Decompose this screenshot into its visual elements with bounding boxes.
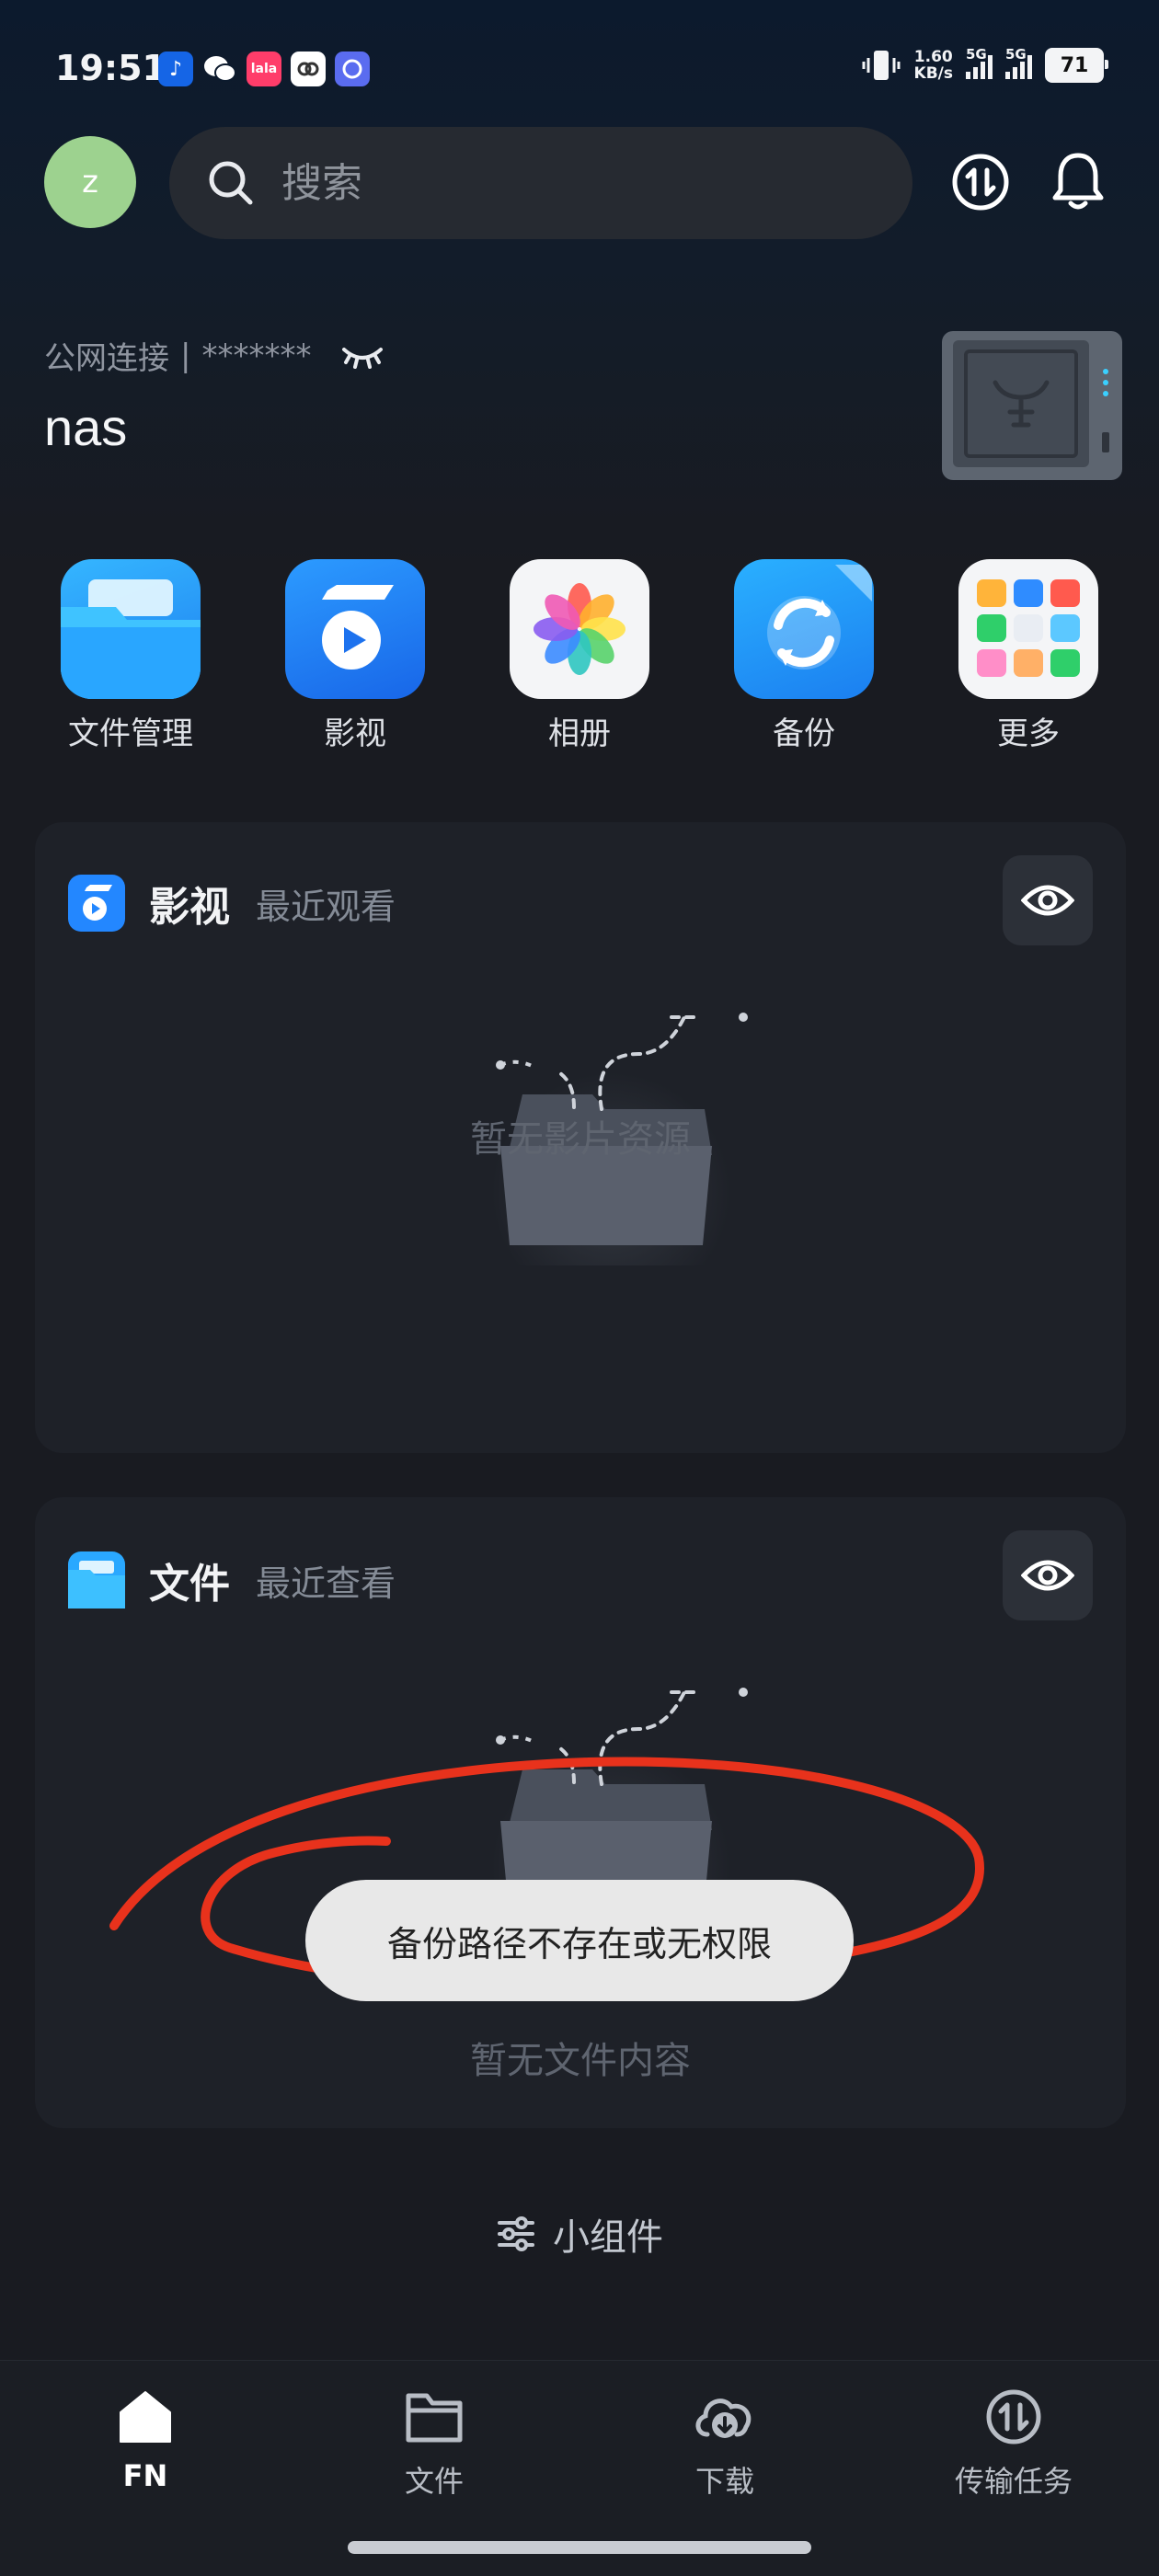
widgets-label: 小组件 bbox=[553, 2216, 663, 2259]
video-card-header: 影视 最近观看 bbox=[68, 874, 396, 933]
signal-2-icon: 5G bbox=[1005, 46, 1032, 79]
status-time: 19:51 bbox=[55, 48, 166, 88]
nas-device-image[interactable] bbox=[938, 327, 1126, 484]
nav-fn[interactable]: FN bbox=[53, 2388, 237, 2493]
transfer-arrows-icon bbox=[952, 154, 1009, 211]
eye-closed-icon[interactable] bbox=[340, 342, 384, 370]
file-manager-icon bbox=[61, 559, 201, 699]
home-icon bbox=[120, 2391, 171, 2443]
home-indicator[interactable] bbox=[348, 2541, 811, 2554]
nas-name: nas bbox=[44, 398, 128, 456]
app-file-manager[interactable]: 文件管理 bbox=[39, 559, 223, 753]
file-visibility-button[interactable] bbox=[1003, 1530, 1093, 1620]
nav-files[interactable]: 文件 bbox=[342, 2388, 526, 2501]
status-right: 1.60 KB/s 5G 5G 71 bbox=[861, 46, 1108, 83]
nav-label: 文件 bbox=[404, 2464, 464, 2499]
app-shortcuts: 文件管理 影视 相册 备份 更多 bbox=[0, 559, 1159, 761]
signal-1-icon: 5G bbox=[966, 46, 993, 79]
video-recent-card: 影视 最近观看 暂无影片资源 bbox=[35, 822, 1126, 1453]
net-speed: 1.60 KB/s bbox=[913, 48, 953, 83]
transfer-sync-button[interactable] bbox=[946, 147, 1016, 217]
masked-address: ******* bbox=[201, 337, 312, 374]
photos-icon bbox=[510, 559, 649, 699]
search-input[interactable] bbox=[280, 158, 835, 208]
separator: | bbox=[180, 337, 191, 374]
nav-label: 传输任务 bbox=[954, 2464, 1073, 2499]
connection-info: 公网连接 | ******* bbox=[44, 333, 384, 378]
lala-app-icon: lala bbox=[247, 52, 281, 86]
eye-icon bbox=[1021, 1560, 1074, 1591]
notification-button[interactable] bbox=[1043, 147, 1113, 217]
battery-icon: 71 bbox=[1045, 48, 1108, 83]
nav-download[interactable]: 下载 bbox=[633, 2388, 817, 2501]
download-icon bbox=[695, 2399, 752, 2438]
connection-type: 公网连接 bbox=[44, 340, 169, 377]
nav-label: FN bbox=[122, 2458, 168, 2493]
nav-transfer-tasks[interactable]: 传输任务 bbox=[922, 2388, 1106, 2501]
app-label: 相册 bbox=[548, 716, 611, 752]
video-visibility-button[interactable] bbox=[1003, 855, 1093, 945]
search-bar[interactable] bbox=[169, 127, 912, 239]
backup-icon bbox=[734, 559, 874, 699]
nav-label: 下载 bbox=[694, 2464, 754, 2499]
app-label: 影视 bbox=[324, 716, 386, 752]
music-app-icon: ♪ bbox=[158, 52, 193, 86]
search-icon bbox=[209, 161, 253, 205]
wechat-icon bbox=[202, 52, 237, 86]
video-small-icon bbox=[68, 875, 125, 932]
avatar[interactable]: z bbox=[44, 136, 136, 228]
widgets-button[interactable]: 小组件 bbox=[0, 2207, 1159, 2261]
browser-app-icon bbox=[335, 52, 370, 86]
video-icon bbox=[285, 559, 425, 699]
video-empty-text: 暂无影片资源 bbox=[470, 1118, 691, 1161]
avatar-letter: z bbox=[82, 164, 98, 200]
error-toast: 备份路径不存在或无权限 bbox=[305, 1880, 854, 2001]
app-backup[interactable]: 备份 bbox=[712, 559, 896, 753]
bell-icon bbox=[1052, 153, 1104, 210]
app-photos[interactable]: 相册 bbox=[488, 559, 671, 753]
app-label: 更多 bbox=[997, 716, 1060, 752]
file-card-subtitle: 最近查看 bbox=[256, 1563, 396, 1604]
file-card-header: 文件 最近查看 bbox=[68, 1551, 396, 1609]
eye-icon bbox=[1021, 885, 1074, 916]
transfer-icon bbox=[986, 2389, 1041, 2444]
app-more[interactable]: 更多 bbox=[936, 559, 1120, 753]
more-apps-icon bbox=[958, 559, 1098, 699]
app-label: 文件管理 bbox=[68, 716, 193, 752]
video-card-subtitle: 最近观看 bbox=[256, 886, 396, 927]
folder-small-icon bbox=[68, 1551, 125, 1609]
folder-icon bbox=[406, 2393, 463, 2443]
sliders-icon bbox=[498, 2216, 534, 2251]
link-app-icon bbox=[291, 52, 326, 86]
video-card-title: 影视 bbox=[149, 884, 230, 931]
app-label: 备份 bbox=[773, 716, 835, 752]
vibrate-icon bbox=[862, 51, 901, 80]
app-video[interactable]: 影视 bbox=[263, 559, 447, 753]
file-card-title: 文件 bbox=[149, 1561, 230, 1608]
